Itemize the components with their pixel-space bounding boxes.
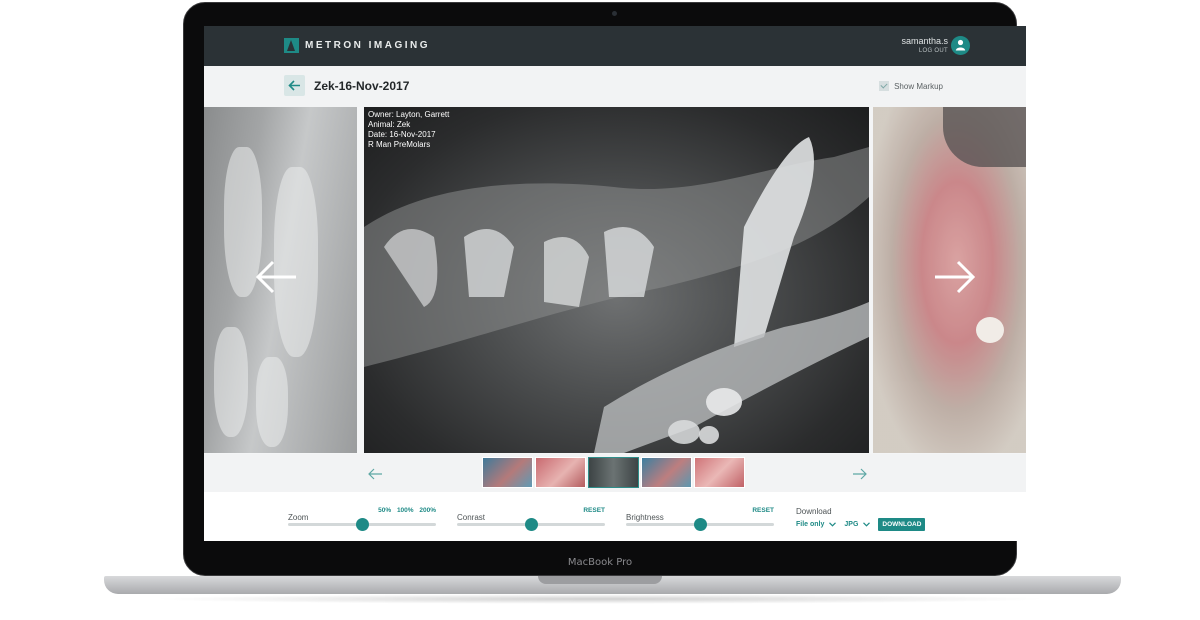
- contrast-reset-button[interactable]: RESET: [583, 507, 605, 514]
- zoom-slider-handle[interactable]: [355, 518, 369, 531]
- download-scope-value: File only: [796, 521, 825, 528]
- app-name: METRON IMAGING: [305, 40, 430, 51]
- photo-ball-shape: [976, 317, 1004, 343]
- brightness-label: Brightness: [626, 513, 664, 522]
- contrast-control: Conrast RESET: [457, 507, 605, 531]
- user-menu: samantha.s LOG OUT: [901, 36, 948, 54]
- chevron-down-icon: [863, 522, 871, 527]
- image-info-overlay: Owner: Layton, Garrett Animal: Zek Date:…: [368, 110, 449, 150]
- zoom-50-button[interactable]: 50%: [378, 507, 391, 514]
- zoom-200-button[interactable]: 200%: [419, 507, 436, 514]
- thumbnail-2[interactable]: [535, 457, 586, 488]
- thumbnail-strip: [204, 454, 1026, 492]
- thumbnail-5[interactable]: [694, 457, 745, 488]
- laptop-notch: [538, 576, 662, 584]
- thumbnail-4[interactable]: [641, 457, 692, 488]
- xray-image: [364, 137, 869, 453]
- show-markup-label: Show Markup: [894, 81, 943, 91]
- app-screen: METRON IMAGING samantha.s LOG OUT Zek-16…: [204, 26, 1026, 541]
- back-button[interactable]: [284, 75, 305, 96]
- avatar[interactable]: [951, 36, 970, 55]
- page-title: Zek-16-Nov-2017: [314, 79, 410, 93]
- brightness-reset-button[interactable]: RESET: [752, 507, 774, 514]
- zoom-control: Zoom 50% 100% 200%: [288, 507, 436, 531]
- username: samantha.s: [901, 36, 948, 46]
- logo-icon: [284, 38, 299, 53]
- device-label: MacBook Pro: [567, 557, 633, 568]
- thumbnail-1[interactable]: [482, 457, 533, 488]
- brightness-slider-handle[interactable]: [693, 518, 707, 531]
- xray-tooth-shape: [214, 327, 248, 437]
- contrast-label: Conrast: [457, 513, 486, 522]
- thumbnail-3-active[interactable]: [588, 457, 639, 488]
- date-text: Date: 16-Nov-2017: [368, 130, 436, 139]
- download-scope-select[interactable]: File only: [796, 521, 837, 528]
- thumbnails-next-icon[interactable]: [852, 467, 868, 485]
- thumbnails-prev-icon[interactable]: [367, 467, 383, 485]
- download-options: File only JPG DOWNLOAD: [796, 518, 926, 531]
- app-logo[interactable]: METRON IMAGING: [284, 38, 430, 53]
- download-label: Download: [796, 507, 832, 516]
- owner-text: Owner: Layton, Garrett: [368, 110, 450, 119]
- download-format-select[interactable]: JPG: [844, 521, 871, 528]
- image-controls: Zoom 50% 100% 200% Conrast RESET Brightn…: [204, 492, 1026, 541]
- region-text: R Man PreMolars: [368, 140, 431, 149]
- camera-icon: [612, 11, 617, 16]
- show-markup-toggle[interactable]: Show Markup: [879, 81, 943, 91]
- laptop-shadow: [150, 594, 1050, 604]
- logout-link[interactable]: LOG OUT: [901, 48, 948, 54]
- next-image-arrow-icon[interactable]: [933, 259, 977, 300]
- zoom-label: Zoom: [288, 513, 309, 522]
- download-button[interactable]: DOWNLOAD: [878, 518, 926, 531]
- app-header: METRON IMAGING samantha.s LOG OUT: [204, 26, 1026, 66]
- contrast-slider-handle[interactable]: [524, 518, 538, 531]
- image-viewer: Owner: Layton, Garrett Animal: Zek Date:…: [204, 107, 1026, 454]
- download-control: Download File only JPG DOWNLOAD: [796, 507, 926, 531]
- photo-shadow-shape: [943, 107, 1026, 167]
- chevron-down-icon: [829, 522, 837, 527]
- download-format-value: JPG: [844, 521, 859, 528]
- arrow-left-icon: [288, 80, 300, 91]
- previous-image-arrow-icon[interactable]: [254, 259, 298, 300]
- zoom-presets: 50% 100% 200%: [374, 507, 436, 514]
- show-markup-checkbox[interactable]: [879, 81, 890, 91]
- main-xray-image[interactable]: Owner: Layton, Garrett Animal: Zek Date:…: [364, 107, 869, 453]
- user-icon: [955, 39, 966, 51]
- title-bar: Zek-16-Nov-2017 Show Markup: [204, 66, 1026, 107]
- zoom-100-button[interactable]: 100%: [397, 507, 414, 514]
- xray-tooth-shape: [256, 357, 288, 447]
- brightness-control: Brightness RESET: [626, 507, 774, 531]
- animal-text: Animal: Zek: [368, 120, 411, 129]
